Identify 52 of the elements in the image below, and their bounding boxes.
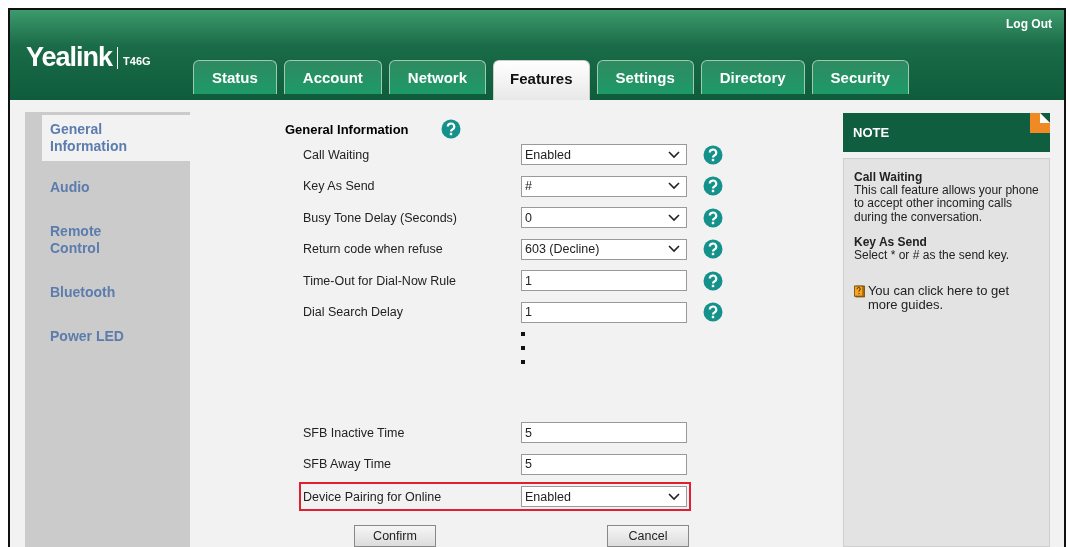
help-icon[interactable] — [703, 144, 723, 165]
field-label: Return code when refuse — [303, 242, 444, 257]
vertical-ellipsis-icon — [521, 332, 526, 366]
chevron-down-icon — [668, 182, 680, 191]
field-label: Time-Out for Dial-Now Rule — [303, 273, 458, 288]
help-icon[interactable] — [703, 239, 723, 260]
note-heading: Key As Send — [854, 235, 928, 249]
field-label: Key As Send — [303, 179, 376, 194]
select-field[interactable]: 0 — [521, 207, 687, 229]
help-icon[interactable] — [440, 119, 461, 139]
input-field[interactable]: 1 — [521, 301, 687, 323]
field-label: Device Pairing for Online — [303, 489, 443, 504]
field-label: Busy Tone Delay (Seconds) — [303, 210, 459, 225]
form-button[interactable]: Confirm — [354, 525, 436, 547]
note-title: NOTE — [853, 125, 890, 140]
select-field[interactable]: Enabled — [521, 144, 687, 166]
chevron-down-icon — [668, 150, 680, 159]
help-icon[interactable] — [703, 302, 723, 323]
nav-tab[interactable]: Settings — [596, 60, 694, 94]
guide-book-icon — [854, 284, 865, 300]
folded-corner-icon — [1030, 113, 1050, 133]
field-label: SFB Inactive Time — [303, 425, 406, 440]
help-icon[interactable] — [703, 207, 723, 228]
section-title: General Information — [285, 121, 409, 137]
field-label: Dial Search Delay — [303, 305, 405, 320]
chevron-down-icon — [668, 245, 680, 254]
guide-link[interactable]: You can click here to get more guides. — [867, 284, 1039, 313]
nav-tab[interactable]: Network — [388, 60, 487, 94]
nav-tab[interactable]: Directory — [700, 60, 805, 94]
note-text: This call feature allows your phone to accept other incoming calls during the conversation. — [854, 184, 1039, 224]
note-heading: Call Waiting — [854, 171, 924, 185]
field-label: Call Waiting — [303, 147, 371, 162]
nav-tab[interactable]: Security — [811, 60, 909, 94]
input-field[interactable]: 1 — [521, 270, 687, 292]
select-field[interactable]: Enabled — [521, 486, 687, 507]
chevron-down-icon — [668, 492, 680, 501]
help-icon[interactable] — [703, 176, 723, 197]
model-label: T46G — [123, 54, 151, 67]
nav-tab[interactable]: Account — [283, 60, 382, 94]
note-text: Select * or # as the send key. — [854, 248, 1011, 263]
logout-link[interactable]: Log Out — [1006, 17, 1052, 37]
brand-logo: Yealink — [26, 42, 113, 73]
nav-tab[interactable]: Status — [193, 60, 277, 94]
form-button[interactable]: Cancel — [607, 525, 689, 547]
help-icon[interactable] — [703, 270, 723, 291]
field-label: SFB Away Time — [303, 457, 392, 472]
input-field[interactable]: 5 — [521, 453, 687, 475]
input-field[interactable]: 5 — [521, 422, 687, 444]
chevron-down-icon — [668, 213, 680, 222]
nav-tab[interactable]: Features — [493, 60, 590, 100]
select-field[interactable]: 603 (Decline) — [521, 238, 687, 260]
select-field[interactable]: # — [521, 175, 687, 197]
